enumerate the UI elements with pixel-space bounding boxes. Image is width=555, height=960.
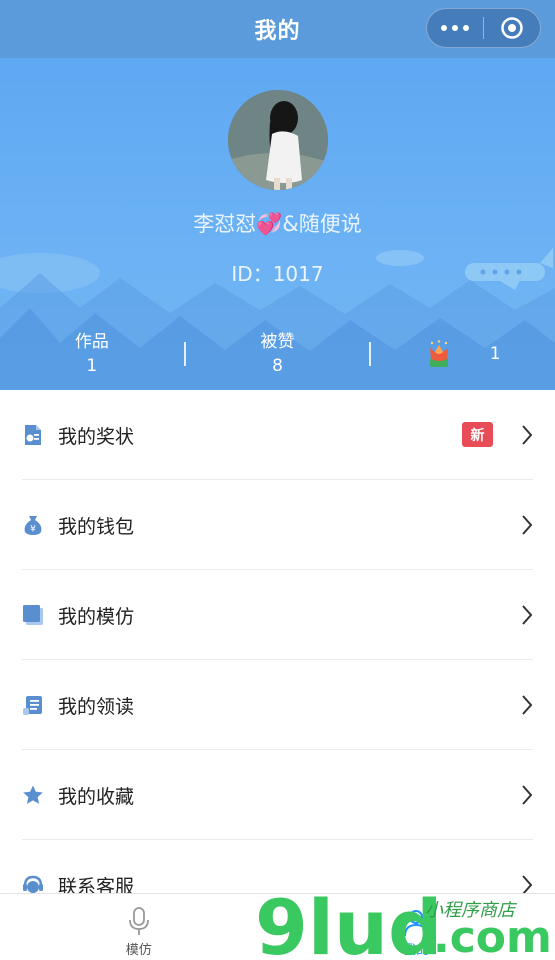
stat-value: 1 bbox=[86, 356, 98, 376]
avatar-photo bbox=[228, 90, 328, 190]
chevron-right-icon bbox=[522, 425, 533, 445]
stat-value: 8 bbox=[272, 356, 283, 376]
avatar[interactable] bbox=[228, 90, 328, 190]
tab-label: 我的 bbox=[403, 943, 430, 958]
dot-icon bbox=[463, 25, 469, 31]
stat-label: 被赞 bbox=[260, 332, 295, 352]
chevron-right-icon bbox=[522, 785, 533, 805]
scroll-icon bbox=[22, 694, 44, 716]
stat-value: 1 bbox=[489, 344, 501, 364]
tab-bar: 模仿 我的 bbox=[0, 893, 555, 960]
chevron-right-icon bbox=[522, 695, 533, 715]
page-title: 我的 bbox=[254, 19, 301, 44]
stat-flowers[interactable]: 1 bbox=[371, 326, 555, 382]
menu-item-readings[interactable]: 我的领读 bbox=[0, 660, 555, 750]
star-icon bbox=[22, 784, 44, 806]
menu-item-certificates[interactable]: 我的奖状 新 bbox=[0, 390, 555, 480]
stat-works[interactable]: 作品 1 bbox=[0, 326, 184, 382]
money-bag-icon: ¥ bbox=[22, 514, 44, 536]
target-circle-icon bbox=[501, 17, 523, 39]
menu-item-label: 我的奖状 bbox=[58, 425, 135, 448]
tab-mine[interactable]: 我的 bbox=[278, 894, 555, 960]
menu-item-imitations[interactable]: 我的模仿 bbox=[0, 570, 555, 660]
close-miniprogram-button[interactable] bbox=[484, 8, 540, 48]
menu-item-favorites[interactable]: 我的收藏 bbox=[0, 750, 555, 840]
square-icon bbox=[22, 604, 44, 626]
tab-label: 模仿 bbox=[125, 943, 152, 958]
svg-text:¥: ¥ bbox=[30, 525, 36, 535]
microphone-icon bbox=[128, 907, 149, 935]
chevron-right-icon bbox=[522, 515, 533, 535]
tulip-icon bbox=[429, 340, 448, 367]
dot-icon bbox=[452, 25, 458, 31]
stats-bar: 作品 1 被赞 8 1 bbox=[0, 326, 555, 382]
menu-item-wallet[interactable]: ¥ 我的钱包 bbox=[0, 480, 555, 570]
chevron-right-icon bbox=[522, 605, 533, 625]
menu-item-label: 我的钱包 bbox=[58, 515, 135, 538]
miniprogram-capsule bbox=[426, 8, 541, 48]
dot-icon bbox=[441, 25, 447, 31]
stat-label: 作品 bbox=[74, 332, 109, 352]
menu-item-label: 我的领读 bbox=[58, 695, 135, 718]
new-badge: 新 bbox=[462, 422, 493, 447]
app-root: 我的 李怼怼💞&随便说 ID：1017 作品 1 被赞 8 1 我的奖状 新 ¥… bbox=[0, 0, 555, 960]
person-icon bbox=[404, 910, 429, 937]
menu-list: 我的奖状 新 ¥ 我的钱包 我的模仿 我的领读 我的收藏 联系客服 bbox=[0, 390, 555, 930]
stat-likes[interactable]: 被赞 8 bbox=[186, 326, 370, 382]
menu-item-label: 我的收藏 bbox=[58, 785, 135, 808]
nickname: 李怼怼💞&随便说 bbox=[193, 212, 362, 236]
profile-header: 李怼怼💞&随便说 ID：1017 作品 1 被赞 8 1 bbox=[0, 58, 555, 390]
more-options-button[interactable] bbox=[427, 8, 483, 48]
menu-item-label: 我的模仿 bbox=[58, 605, 135, 628]
user-id: ID：1017 bbox=[231, 262, 324, 286]
tab-imitate[interactable]: 模仿 bbox=[0, 894, 278, 960]
certificate-icon bbox=[22, 424, 44, 446]
nav-bar: 我的 bbox=[0, 0, 555, 58]
